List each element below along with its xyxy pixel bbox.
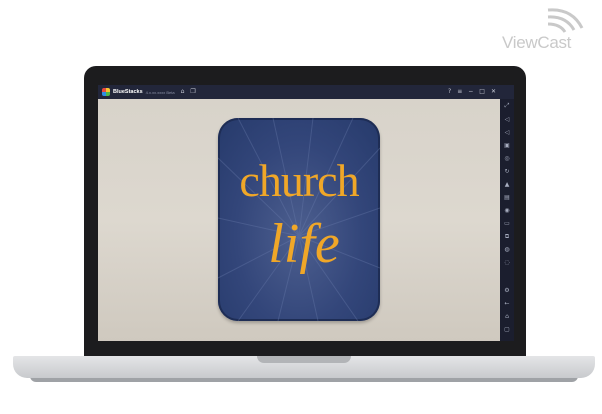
volume-down-icon[interactable]: ◁ <box>500 129 514 136</box>
rotate-icon[interactable]: ↻ <box>500 168 514 175</box>
app-icon-line2: life <box>268 213 340 275</box>
laptop-notch <box>257 356 351 363</box>
volume-up-icon[interactable]: ◁ <box>500 116 514 123</box>
bluestacks-logo-icon <box>102 88 110 96</box>
record-icon[interactable]: ◉ <box>500 207 514 214</box>
signal-arcs-icon <box>547 8 584 33</box>
recent-apps-icon[interactable]: ▢ <box>500 326 514 333</box>
android-viewport: church life <box>98 99 500 341</box>
maximize-icon[interactable]: □ <box>479 89 485 95</box>
location-icon[interactable]: ◍ <box>500 246 514 253</box>
fullscreen-icon[interactable]: ⤢ <box>500 102 514 109</box>
close-icon[interactable]: ✕ <box>491 89 496 95</box>
settings-icon[interactable]: ⚙ <box>500 287 514 294</box>
multi-instance-icon[interactable]: ❐ <box>190 89 195 95</box>
emulator-sidebar: ⤢ ◁ ◁ ▣ ◎ ↻ ▲ ▤ ◉ ▭ ⧉ ◍ ◌ ⚙ ← ⌂ ▢ <box>500 99 514 341</box>
copy-icon[interactable]: ⧉ <box>500 233 514 240</box>
emulator-window: BlueStacks 4.x.xx.xxxx Beta ⌂ ❐ ? ≡ − □ … <box>98 85 514 341</box>
install-apk-icon[interactable]: ▲ <box>500 181 514 188</box>
churchlife-app-icon[interactable]: church life <box>218 118 380 321</box>
emulator-titlebar: BlueStacks 4.x.xx.xxxx Beta ⌂ ❐ ? ≡ − □ … <box>98 85 514 99</box>
keymapping-icon[interactable]: ▣ <box>500 142 514 149</box>
window-controls: ? ≡ − □ ✕ <box>442 89 496 95</box>
media-manager-icon[interactable]: ▤ <box>500 194 514 201</box>
folder-icon[interactable]: ▭ <box>500 220 514 227</box>
back-icon[interactable]: ← <box>500 300 514 307</box>
emulator-title: BlueStacks <box>113 89 143 95</box>
eco-mode-icon[interactable]: ◌ <box>500 259 514 266</box>
screenshot-stage: ViewCast BlueStacks 4.x.xx.xxxx Beta ⌂ ❐… <box>0 0 602 414</box>
home-icon[interactable]: ⌂ <box>181 89 185 95</box>
app-icon-line1: church <box>239 155 359 206</box>
home-nav-icon[interactable]: ⌂ <box>500 313 514 320</box>
help-icon[interactable]: ? <box>448 89 451 95</box>
screenshot-icon[interactable]: ◎ <box>500 155 514 162</box>
minimize-icon[interactable]: − <box>468 89 473 95</box>
emulator-version: 4.x.xx.xxxx Beta <box>145 89 175 95</box>
viewcast-watermark: ViewCast <box>500 6 596 52</box>
watermark-text: ViewCast <box>502 33 572 52</box>
menu-icon[interactable]: ≡ <box>457 89 462 95</box>
